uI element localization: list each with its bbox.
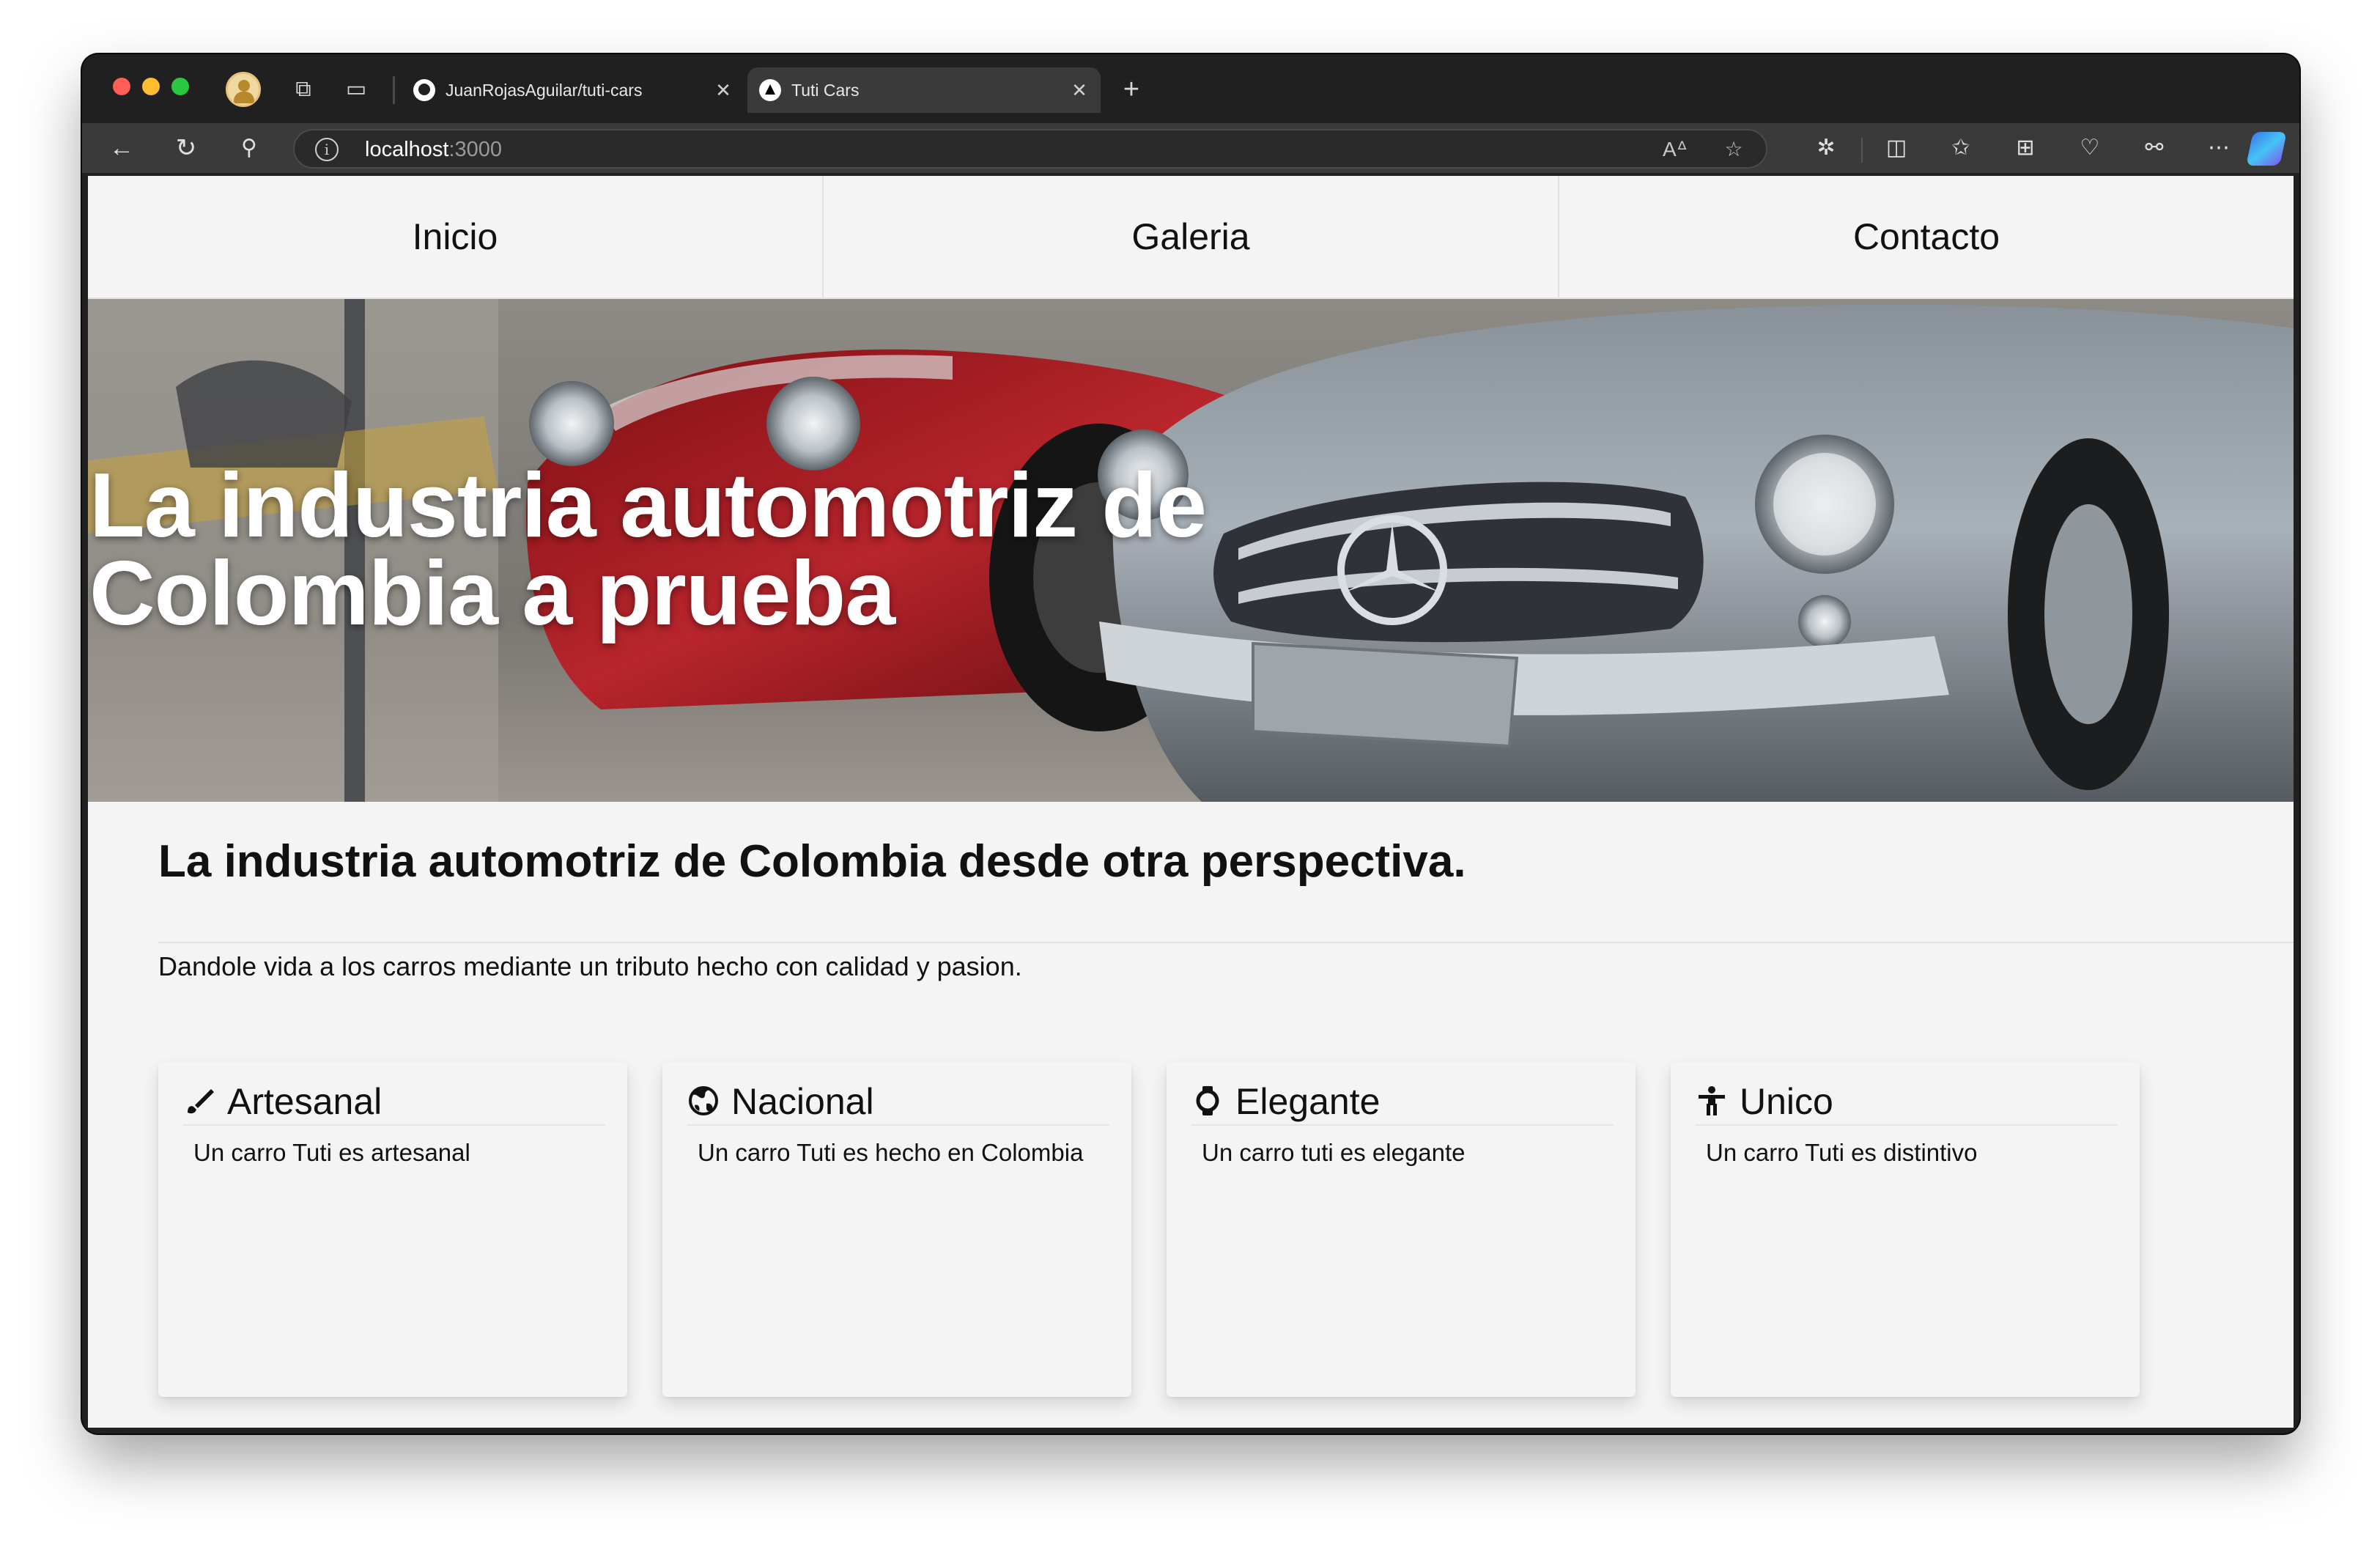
favorite-star-icon[interactable]: ☆ — [1721, 136, 1747, 163]
vercel-triangle-icon — [759, 79, 781, 101]
profile-avatar[interactable] — [226, 72, 261, 107]
browser-toolbar: ← ↻ ⚲ i localhost:3000 A͏ᐞ ☆ ✲ ◫ ✩ ⊞ ♡ ⚯… — [82, 123, 2299, 173]
nav-link-galeria[interactable]: Galeria — [824, 176, 1559, 298]
toolbar-divider — [1861, 138, 1863, 163]
favorites-icon[interactable]: ✩ — [1946, 133, 1976, 163]
close-tab-icon[interactable]: ✕ — [1068, 67, 1090, 113]
card-title: Artesanal — [227, 1081, 382, 1122]
card-text: Un carro Tuti es distintivo — [1706, 1139, 1978, 1166]
collections-icon[interactable]: ⊞ — [2011, 133, 2040, 163]
feature-card-elegante: Elegante Un carro tuti es elegante — [1167, 1063, 1636, 1397]
card-title: Unico — [1740, 1081, 1833, 1122]
back-arrow-icon[interactable]: ← — [107, 133, 136, 163]
url-text: localhost:3000 — [365, 138, 503, 161]
tab-github[interactable]: JuanRojasAguilar/tuti-cars ✕ — [402, 67, 744, 113]
hero-title-line1: La industria automotriz de — [89, 455, 1207, 556]
tab-title: JuanRojasAguilar/tuti-cars — [446, 81, 643, 100]
split-screen-icon[interactable]: ◫ — [1882, 133, 1911, 163]
tab-title: Tuti Cars — [791, 81, 860, 100]
intro-subtitle: Dandole vida a los carros mediante un tr… — [158, 951, 1022, 981]
share-icon[interactable]: ⚯ — [2140, 133, 2169, 163]
address-bar[interactable]: i localhost:3000 A͏ᐞ ☆ — [293, 129, 1767, 169]
tab-strip: ⧉ ▭ JuanRojasAguilar/tuti-cars ✕ Tuti Ca… — [82, 54, 2299, 123]
browser-essentials-icon[interactable]: ♡ — [2075, 133, 2104, 163]
feature-card-artesanal: Artesanal Un carro Tuti es artesanal — [158, 1063, 627, 1397]
watch-icon — [1191, 1085, 1224, 1117]
nav-link-inicio[interactable]: Inicio — [88, 176, 824, 298]
accessibility-icon — [1696, 1085, 1728, 1117]
extensions-icon[interactable]: ✲ — [1811, 133, 1841, 163]
feature-card-nacional: Nacional Un carro Tuti es hecho en Colom… — [662, 1063, 1131, 1397]
intro-divider — [158, 942, 2294, 943]
minimize-window-button[interactable] — [142, 78, 160, 95]
more-menu-icon[interactable]: ⋯ — [2204, 133, 2233, 163]
card-header: Elegante — [1191, 1079, 1614, 1126]
web-page: Inicio Galeria Contacto La industria aut… — [88, 176, 2294, 1428]
browser-window: ⧉ ▭ JuanRojasAguilar/tuti-cars ✕ Tuti Ca… — [82, 54, 2299, 1434]
globe-icon — [687, 1085, 720, 1117]
brush-icon — [183, 1085, 215, 1117]
hero-banner: La industria automotriz de Colombia a pr… — [88, 299, 2294, 802]
card-text: Un carro Tuti es artesanal — [193, 1139, 470, 1166]
nav-link-contacto[interactable]: Contacto — [1559, 176, 2294, 298]
copilot-icon[interactable] — [2246, 132, 2287, 166]
close-tab-icon[interactable]: ✕ — [712, 67, 734, 113]
vertical-tabs-icon[interactable]: ▭ — [341, 75, 371, 104]
intro-heading: La industria automotriz de Colombia desd… — [158, 836, 1466, 887]
reload-icon[interactable]: ↻ — [171, 133, 201, 163]
desktop-background: ⧉ ▭ JuanRojasAguilar/tuti-cars ✕ Tuti Ca… — [0, 0, 2380, 1542]
card-header: Unico — [1696, 1079, 2118, 1126]
card-header: Artesanal — [183, 1079, 605, 1126]
hero-title: La industria automotriz de Colombia a pr… — [89, 455, 1335, 644]
workspaces-icon[interactable]: ⧉ — [289, 75, 318, 104]
tab-tuti-cars[interactable]: Tuti Cars ✕ — [747, 67, 1101, 113]
maximize-window-button[interactable] — [171, 78, 189, 95]
feature-card-unico: Unico Un carro Tuti es distintivo — [1671, 1063, 2140, 1397]
close-window-button[interactable] — [113, 78, 130, 95]
tab-divider — [393, 76, 395, 104]
card-text: Un carro Tuti es hecho en Colombia — [698, 1139, 1084, 1166]
card-title: Elegante — [1235, 1081, 1381, 1122]
site-navbar: Inicio Galeria Contacto — [88, 176, 2294, 299]
card-title: Nacional — [731, 1081, 874, 1122]
github-icon — [413, 79, 435, 101]
site-info-icon[interactable]: i — [315, 138, 339, 161]
hero-title-line2: Colombia a prueba — [89, 543, 895, 644]
card-text: Un carro tuti es elegante — [1202, 1139, 1466, 1166]
search-icon[interactable]: ⚲ — [234, 133, 264, 163]
card-header: Nacional — [687, 1079, 1109, 1126]
read-aloud-icon[interactable]: A͏ᐞ — [1662, 136, 1688, 163]
new-tab-button[interactable]: + — [1117, 75, 1146, 104]
